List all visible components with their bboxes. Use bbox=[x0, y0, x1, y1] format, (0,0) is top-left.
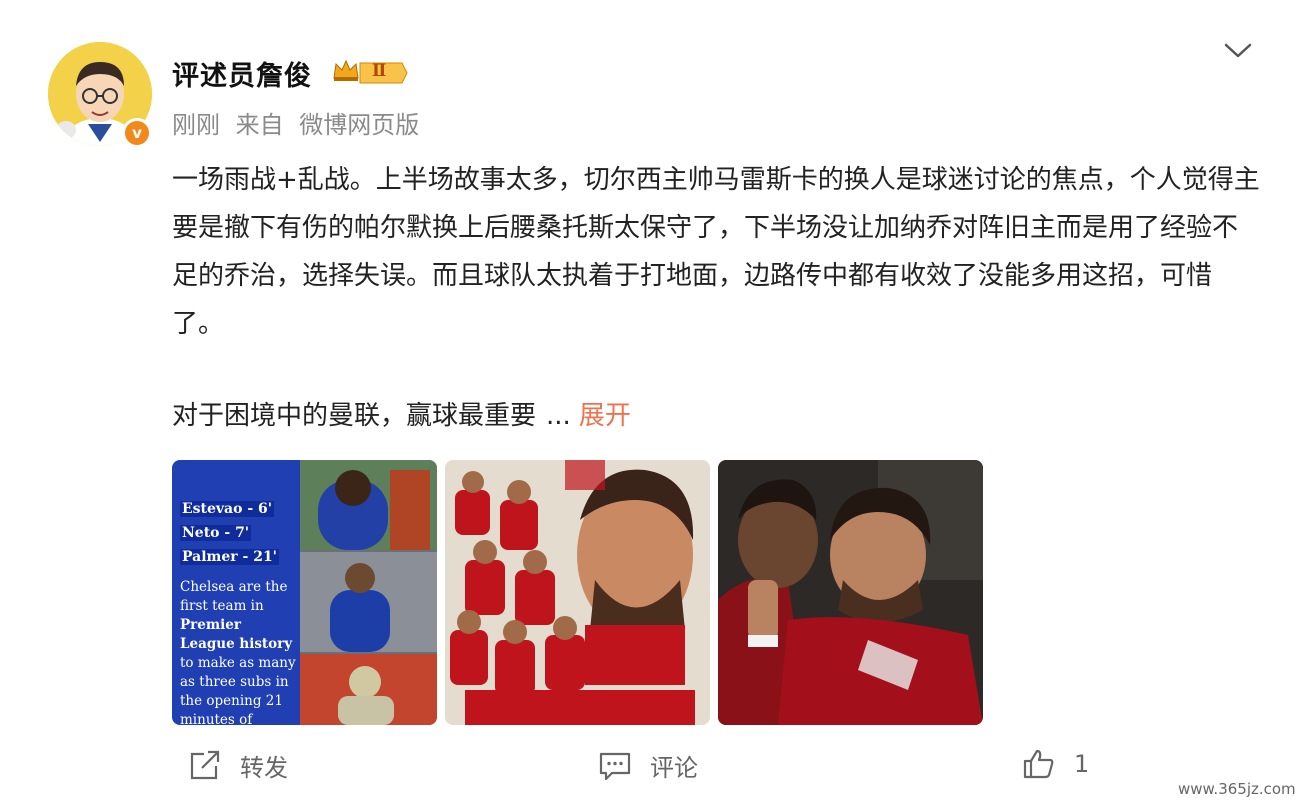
sub-line-3: Palmer - 21' bbox=[180, 549, 279, 565]
thumbs-up-icon bbox=[1023, 749, 1054, 779]
comment-label: 评论 bbox=[650, 754, 698, 782]
repost-label: 转发 bbox=[240, 754, 288, 782]
ellipsis: ... bbox=[546, 401, 571, 431]
united-poster-graphic bbox=[445, 460, 710, 725]
post-image-3[interactable] bbox=[718, 460, 983, 725]
sub-line-1: Estevao - 6' bbox=[180, 501, 275, 517]
source-prefix: 来自 bbox=[235, 111, 284, 139]
chelsea-stat-panel: Estevao - 6' Neto - 7' Palmer - 21' Chel… bbox=[172, 460, 300, 725]
post-source[interactable]: 微博网页版 bbox=[299, 111, 419, 139]
celebration-photo bbox=[718, 460, 983, 725]
weibo-post-card: v 评述员詹俊 Ⅱ 刚刚 来自 微博网页版 一场雨战+乱战。上半场故事太多，切尔… bbox=[0, 0, 1300, 808]
chevron-down-icon[interactable] bbox=[1222, 40, 1254, 62]
player-photos bbox=[300, 460, 437, 725]
expand-link[interactable]: 展开 bbox=[579, 401, 631, 431]
site-watermark: www.365jz.com bbox=[1178, 780, 1296, 798]
post-text: 一场雨战+乱战。上半场故事太多，切尔西主帅马雷斯卡的换人是球迷讨论的焦点，个人觉… bbox=[172, 165, 1260, 339]
post-text-second: 对于困境中的曼联，赢球最重要... 展开 bbox=[172, 392, 631, 440]
comment-icon bbox=[599, 752, 631, 780]
post-time[interactable]: 刚刚 bbox=[172, 111, 220, 139]
stat-caption: Chelsea are the first team in Premier Le… bbox=[180, 579, 296, 725]
crown-icon bbox=[333, 59, 359, 81]
level-text: Ⅱ bbox=[372, 61, 387, 81]
like-button[interactable]: 1 bbox=[1022, 748, 1089, 780]
post-text-second-line: 对于困境中的曼联，赢球最重要 bbox=[172, 401, 537, 431]
post-image-2[interactable] bbox=[445, 460, 710, 725]
sub-line-2: Neto - 7' bbox=[180, 525, 252, 541]
level-badge: Ⅱ bbox=[358, 60, 408, 86]
post-meta: 刚刚 来自 微博网页版 bbox=[172, 105, 419, 140]
like-count: 1 bbox=[1074, 750, 1090, 778]
repost-icon bbox=[190, 750, 220, 779]
repost-button[interactable]: 转发 bbox=[188, 748, 288, 783]
comment-button[interactable]: 评论 bbox=[598, 748, 698, 783]
author-name[interactable]: 评述员詹俊 bbox=[172, 54, 312, 93]
verified-badge-icon: v bbox=[122, 118, 152, 148]
player-photo-collage bbox=[300, 460, 437, 725]
post-image-1[interactable]: Estevao - 6' Neto - 7' Palmer - 21' Chel… bbox=[172, 460, 437, 725]
